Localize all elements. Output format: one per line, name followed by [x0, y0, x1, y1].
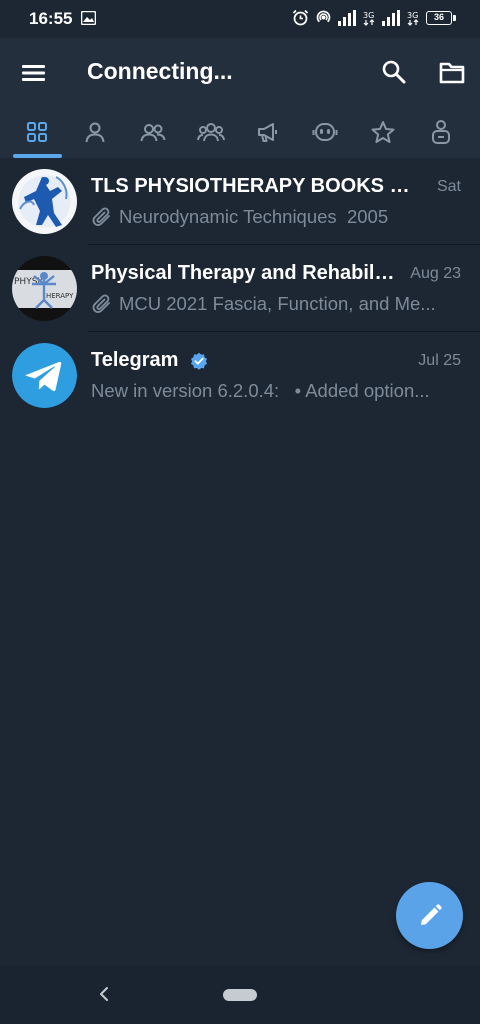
chat-preview-text: New in version 6.2.0.4: • Added option..… [91, 380, 430, 401]
tab-groups[interactable] [139, 118, 167, 146]
verified-badge-icon [191, 352, 208, 370]
grid-icon [27, 122, 47, 142]
chat-preview: MCU 2021 Fascia, Function, and Me... [91, 293, 436, 315]
group-icon [197, 123, 225, 142]
chat-row-physical-therapy[interactable]: PHYSIC HERAPY Physical Therapy and Rehab… [0, 245, 480, 332]
paperclip-icon [92, 294, 110, 313]
home-pill[interactable] [223, 989, 257, 1001]
chat-name: Telegram [91, 349, 179, 371]
tab-all-chats[interactable] [23, 118, 51, 146]
battery-icon: 36 [426, 10, 456, 25]
bot-icon [312, 123, 338, 141]
tab-channels[interactable] [254, 118, 282, 146]
folder-icon[interactable] [438, 60, 466, 86]
battery-level: 36 [433, 11, 444, 22]
hotspot-icon [316, 10, 331, 23]
avatar [12, 169, 77, 234]
folder-tabs [0, 106, 480, 158]
back-icon[interactable] [96, 984, 112, 1004]
new-message-button[interactable] [396, 882, 463, 949]
avatar: PHYSIC HERAPY [12, 256, 77, 321]
network-3g-icon-2: 3G [407, 11, 419, 26]
star-icon [371, 121, 395, 143]
system-nav-bar [0, 966, 480, 1024]
app-bar: Connecting... [0, 38, 480, 106]
megaphone-icon [258, 123, 277, 142]
pencil-icon [420, 903, 442, 925]
telegram-logo-icon [12, 343, 77, 408]
chat-preview-text: Neurodynamic Techniques 2005 [119, 206, 389, 227]
svg-text:HERAPY: HERAPY [46, 292, 74, 300]
page-title: Connecting... [87, 58, 233, 84]
network-3g-icon: 3G [363, 11, 375, 26]
chat-date: Jul 25 [418, 352, 461, 369]
tab-favorites[interactable] [369, 118, 397, 146]
tab-bots[interactable] [311, 118, 339, 146]
chat-name: Physical Therapy and Rehabilit... [91, 262, 395, 284]
search-icon[interactable] [380, 58, 408, 86]
menu-icon[interactable] [18, 60, 50, 86]
two-people-icon [140, 124, 166, 142]
signal-icon [338, 9, 356, 26]
chat-name-telegram: Telegram [91, 349, 208, 372]
status-time: 16:55 [29, 9, 73, 28]
status-bar: 16:55 3G 3G 36 [0, 0, 480, 38]
tab-channels-users[interactable] [197, 118, 225, 146]
tab-contact[interactable] [427, 118, 455, 146]
chat-row-telegram[interactable]: Telegram Jul 25 New in version 6.2.0.4: … [0, 332, 480, 419]
person-icon [85, 122, 105, 143]
chat-row-tls-physiotherapy[interactable]: TLS PHYSIOTHERAPY BOOKS BA... Sat Neurod… [0, 158, 480, 245]
svg-text:3G: 3G [363, 11, 374, 20]
contact-icon [432, 120, 450, 144]
alarm-icon [292, 9, 309, 26]
gallery-notification-icon [80, 10, 97, 30]
chat-date: Aug 23 [410, 265, 461, 282]
chat-date: Sat [436, 178, 461, 195]
paperclip-icon [92, 207, 110, 226]
signal-icon-2 [382, 9, 400, 26]
chat-list: TLS PHYSIOTHERAPY BOOKS BA... Sat Neurod… [0, 158, 480, 419]
chat-preview-text: MCU 2021 Fascia, Function, and Me... [119, 293, 436, 314]
chat-name: TLS PHYSIOTHERAPY BOOKS BA... [91, 175, 421, 197]
tab-private[interactable] [81, 118, 109, 146]
svg-text:3G: 3G [407, 11, 418, 20]
avatar [12, 343, 77, 408]
status-icons: 3G 3G 36 [292, 9, 456, 26]
chat-preview: New in version 6.2.0.4: • Added option..… [91, 380, 430, 402]
chat-preview: Neurodynamic Techniques 2005 [91, 206, 388, 228]
